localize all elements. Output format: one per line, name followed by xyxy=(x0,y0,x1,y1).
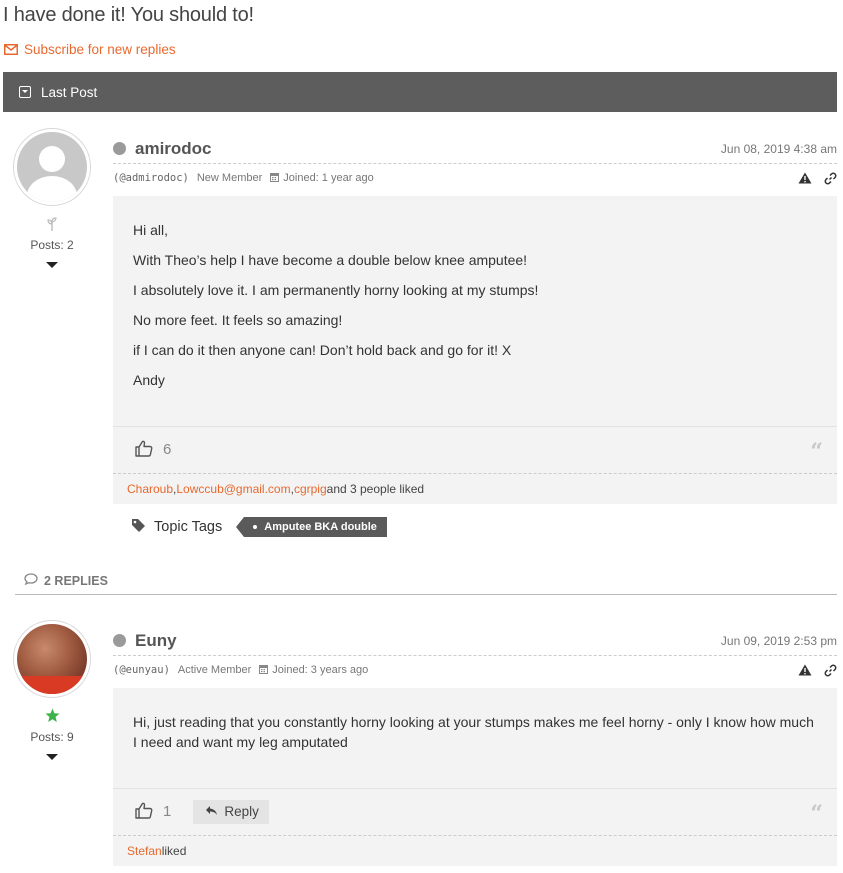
author-role: New Member xyxy=(196,172,263,184)
subscribe-label: Subscribe for new replies xyxy=(24,42,176,57)
calendar-icon xyxy=(259,664,269,677)
post-header: Euny Jun 09, 2019 2:53 pm (@eunyau) Acti… xyxy=(113,626,837,684)
link-icon[interactable] xyxy=(824,172,837,185)
warning-icon[interactable] xyxy=(798,172,812,184)
quote-icon[interactable]: “ xyxy=(810,441,823,463)
post-content: Hi all, With Theo’s help I have become a… xyxy=(113,196,837,390)
like-button[interactable]: 1 xyxy=(135,802,171,822)
post-paragraph: Andy xyxy=(133,372,165,388)
liker-link[interactable]: Charoub xyxy=(127,482,173,496)
last-post-label: Last Post xyxy=(41,84,98,100)
author-column: Posts: 2 xyxy=(10,128,94,268)
posts-count: Posts: 9 xyxy=(30,730,74,744)
comment-icon xyxy=(24,573,38,588)
joined-text: Joined: 1 year ago xyxy=(283,172,374,184)
thumbs-up-icon xyxy=(135,802,153,822)
avatar[interactable] xyxy=(13,128,91,206)
tag-icon xyxy=(131,518,146,536)
post-paragraph: I absolutely love it. I am permanently h… xyxy=(133,282,539,298)
topic-title: I have done it! You should to! xyxy=(3,4,254,26)
status-dot-icon xyxy=(113,142,126,155)
post-paragraph: With Theo’s help I have become a double … xyxy=(133,252,528,268)
sprout-icon xyxy=(10,216,94,234)
author-handle: (@admirodoc) xyxy=(113,172,189,184)
tag-item[interactable]: Amputee BKA double xyxy=(236,517,387,537)
post-body: Hi all, With Theo’s help I have become a… xyxy=(113,196,837,504)
subscribe-link[interactable]: Subscribe for new replies xyxy=(4,42,176,57)
last-post-bar[interactable]: Last Post xyxy=(3,72,837,112)
reply-label: Reply xyxy=(224,804,259,819)
caret-down-icon[interactable] xyxy=(46,754,58,760)
tags-label: Topic Tags xyxy=(154,519,223,535)
author-name[interactable]: amirodoc xyxy=(135,139,212,159)
collapse-square-icon xyxy=(19,86,31,98)
liker-link[interactable]: Lowccub@gmail.com xyxy=(176,482,290,496)
author-handle: (@eunyau) xyxy=(113,664,170,676)
liker-link[interactable]: cgrpig xyxy=(294,482,327,496)
caret-down-icon[interactable] xyxy=(46,262,58,268)
calendar-icon xyxy=(270,172,280,185)
replies-count: 2 REPLIES xyxy=(44,573,108,588)
envelope-icon xyxy=(4,44,18,55)
star-icon xyxy=(10,708,94,726)
like-button[interactable]: 6 xyxy=(135,440,171,460)
liked-by-suffix: liked xyxy=(161,843,187,858)
joined-text: Joined: 3 years ago xyxy=(272,664,369,676)
liker-link[interactable]: Stefan xyxy=(127,844,162,858)
author-role: Active Member xyxy=(177,664,252,676)
liked-by: Charoub, Lowccub@gmail.com, cgrpig and 3… xyxy=(113,473,837,503)
post-date: Jun 09, 2019 2:53 pm xyxy=(720,633,837,648)
post-paragraph: Hi, just reading that you constantly hor… xyxy=(133,714,814,750)
status-dot-icon xyxy=(113,634,126,647)
post-actions: 6 “ xyxy=(113,426,837,472)
topic-tags: Topic Tags Amputee BKA double xyxy=(131,517,387,537)
post-body: Hi, just reading that you constantly hor… xyxy=(113,688,837,866)
posts-count: Posts: 2 xyxy=(30,238,74,252)
liked-by-suffix: and 3 people liked xyxy=(326,481,425,496)
post-actions: 1 Reply “ xyxy=(113,788,837,834)
author-column: Posts: 9 xyxy=(10,620,94,760)
thumbs-up-icon xyxy=(135,440,153,460)
link-icon[interactable] xyxy=(824,664,837,677)
post-date: Jun 08, 2019 4:38 am xyxy=(720,141,837,156)
liked-by: Stefan liked xyxy=(113,835,837,865)
post-header: amirodoc Jun 08, 2019 4:38 am (@admirodo… xyxy=(113,134,837,192)
like-count: 6 xyxy=(163,441,172,458)
post-paragraph: No more feet. It feels so amazing! xyxy=(133,312,343,328)
warning-icon[interactable] xyxy=(798,664,812,676)
author-name[interactable]: Euny xyxy=(135,631,177,651)
avatar[interactable] xyxy=(13,620,91,698)
post-paragraph: if I can do it then anyone can! Don’t ho… xyxy=(133,342,512,358)
reply-arrow-icon xyxy=(205,804,218,819)
quote-icon[interactable]: “ xyxy=(810,803,823,825)
reply-button[interactable]: Reply xyxy=(193,799,269,824)
replies-header: 2 REPLIES xyxy=(15,567,837,595)
like-count: 1 xyxy=(163,803,172,820)
post-paragraph: Hi all, xyxy=(133,222,169,238)
post-content: Hi, just reading that you constantly hor… xyxy=(113,688,837,752)
